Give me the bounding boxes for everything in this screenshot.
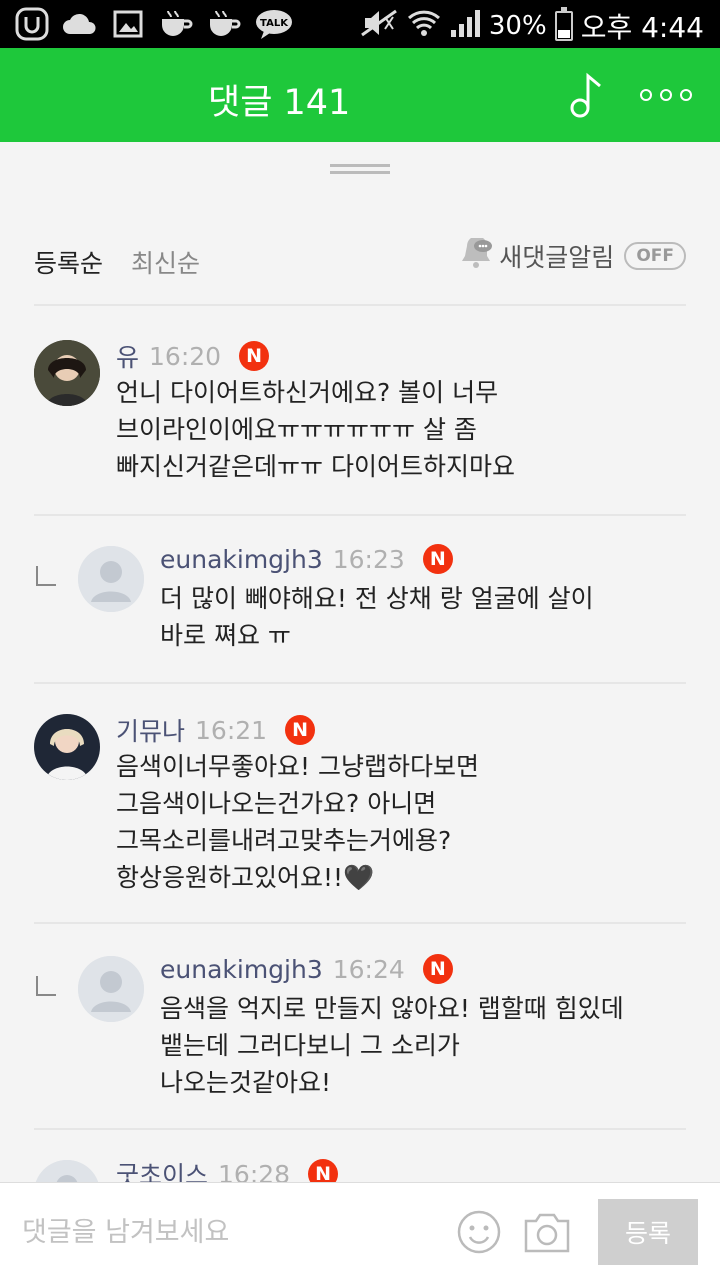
comment-time: 16:20 — [149, 341, 222, 371]
comment-time: 16:24 — [332, 954, 405, 984]
divider — [34, 304, 686, 306]
new-badge: N — [239, 341, 270, 371]
emoji-icon[interactable] — [456, 1209, 502, 1255]
comment-line: 브이라인이에요ㅠㅠㅠㅠㅠㅠ 살 좀 — [116, 415, 477, 444]
avatar[interactable] — [34, 714, 100, 780]
comment-line: 음색을 억지로 만들지 않아요! 랩할때 힘있데 — [160, 994, 624, 1023]
comment-input-bar: 등록 — [0, 1182, 720, 1280]
clock: 오후 4:44 — [580, 11, 704, 44]
cup-icon — [206, 7, 242, 41]
comment-time: 16:28 — [218, 1159, 291, 1183]
submit-button[interactable]: 등록 — [598, 1199, 698, 1265]
comment-line: 빠지신거같은데ㅠㅠ 다이어트하지마요 — [116, 452, 515, 481]
notify-off-badge: OFF — [624, 242, 686, 270]
battery-percent: 30% — [488, 11, 547, 41]
comment-line: 음색이너무좋아요! 그냥랩하다보면 — [116, 752, 479, 781]
comment-line: 항상응원하고있어요!!🖤 — [116, 863, 375, 892]
comment-meta: 유 16:20 N — [116, 338, 270, 374]
new-badge: N — [308, 1159, 339, 1182]
notify-label: 새댓글알림 — [499, 243, 615, 272]
app-header: 댓글 141 — [0, 48, 720, 142]
chat-bell-icon — [459, 236, 493, 274]
avatar[interactable] — [78, 546, 144, 612]
music-note-icon[interactable] — [562, 70, 612, 120]
comment-meta: 기뮤나 16:21 N — [116, 712, 316, 748]
drag-handle[interactable] — [330, 164, 390, 176]
status-bar: TALK 30% 오후 4:44 — [0, 0, 720, 48]
reply-indicator-icon — [36, 566, 56, 586]
mute-icon — [359, 8, 399, 45]
comment-line: 그음색이나오는건가요? 아니면 — [116, 789, 437, 818]
comment-input[interactable] — [22, 1211, 432, 1253]
comment-meta: 굿초이스 16:28 N — [116, 1156, 339, 1183]
cloud-icon — [62, 7, 98, 41]
talk-text: TALK — [260, 18, 289, 29]
sort-newest-tab[interactable]: 최신순 — [131, 244, 200, 280]
comment-meta: eunakimgjh3 16:23 N — [160, 544, 453, 574]
comment-line: 그목소리를내려고맞추는거에용? — [116, 826, 452, 855]
comment-author[interactable]: 굿초이스 — [116, 1156, 208, 1182]
avatar[interactable] — [34, 340, 100, 406]
new-badge: N — [285, 715, 316, 745]
comment-meta: eunakimgjh3 16:24 N — [160, 954, 453, 984]
comment-author[interactable]: 기뮤나 — [116, 712, 185, 748]
comment-time: 16:23 — [332, 544, 405, 574]
comment-author[interactable]: eunakimgjh3 — [160, 955, 323, 984]
cup-icon — [158, 7, 194, 41]
comment-author[interactable]: eunakimgjh3 — [160, 545, 323, 574]
system-status: 30% 오후 4:44 — [359, 6, 704, 46]
notification-icons: TALK — [14, 7, 294, 41]
uplus-icon — [14, 7, 50, 41]
comment-line: 바로 쪄요 ㅠ — [160, 621, 291, 650]
comment-line: 나오는것같아요! — [160, 1068, 332, 1097]
comment-line: 언니 다이어트하신거에요? 볼이 너무 — [116, 378, 499, 407]
new-badge: N — [422, 544, 453, 574]
comment-text: 언니 다이어트하신거에요? 볼이 너무 브이라인이에요ㅠㅠㅠㅠㅠㅠ 살 좀 빠지… — [116, 374, 515, 485]
camera-icon[interactable] — [522, 1209, 572, 1255]
divider — [34, 922, 686, 924]
new-badge: N — [422, 954, 453, 984]
divider — [34, 514, 686, 516]
signal-icon — [449, 8, 481, 45]
divider — [34, 1128, 686, 1130]
comment-text: 음색이너무좋아요! 그냥랩하다보면 그음색이나오는건가요? 아니면 그목소리를내… — [116, 748, 479, 896]
gallery-icon — [110, 7, 146, 41]
battery-icon — [554, 7, 573, 41]
avatar[interactable] — [78, 956, 144, 1022]
new-comment-notify-toggle[interactable]: 새댓글알림 OFF — [459, 236, 686, 274]
page-title: 댓글 141 — [208, 83, 351, 123]
avatar[interactable] — [34, 1160, 100, 1182]
comment-line: 더 많이 빼야해요! 전 상채 랑 얼굴에 살이 — [160, 584, 594, 613]
comments-sheet: 등록순 최신순 새댓글알림 OFF 유 16:20 N 언니 다이어트하신거에요… — [0, 142, 720, 1182]
comment-text: 음색을 억지로 만들지 않아요! 랩할때 힘있데 뱉는데 그러다보니 그 소리가… — [160, 990, 624, 1101]
comment-time: 16:21 — [195, 715, 268, 745]
sort-registered-tab[interactable]: 등록순 — [34, 244, 103, 280]
more-options-icon[interactable] — [640, 80, 692, 110]
comment-author[interactable]: 유 — [116, 338, 139, 374]
comment-line: 뱉는데 그러다보니 그 소리가 — [160, 1031, 460, 1060]
reply-indicator-icon — [36, 976, 56, 996]
wifi-icon — [407, 8, 441, 45]
divider — [34, 682, 686, 684]
comment-text: 더 많이 빼야해요! 전 상채 랑 얼굴에 살이 바로 쪄요 ㅠ — [160, 580, 594, 654]
kakaotalk-icon: TALK — [254, 7, 294, 41]
